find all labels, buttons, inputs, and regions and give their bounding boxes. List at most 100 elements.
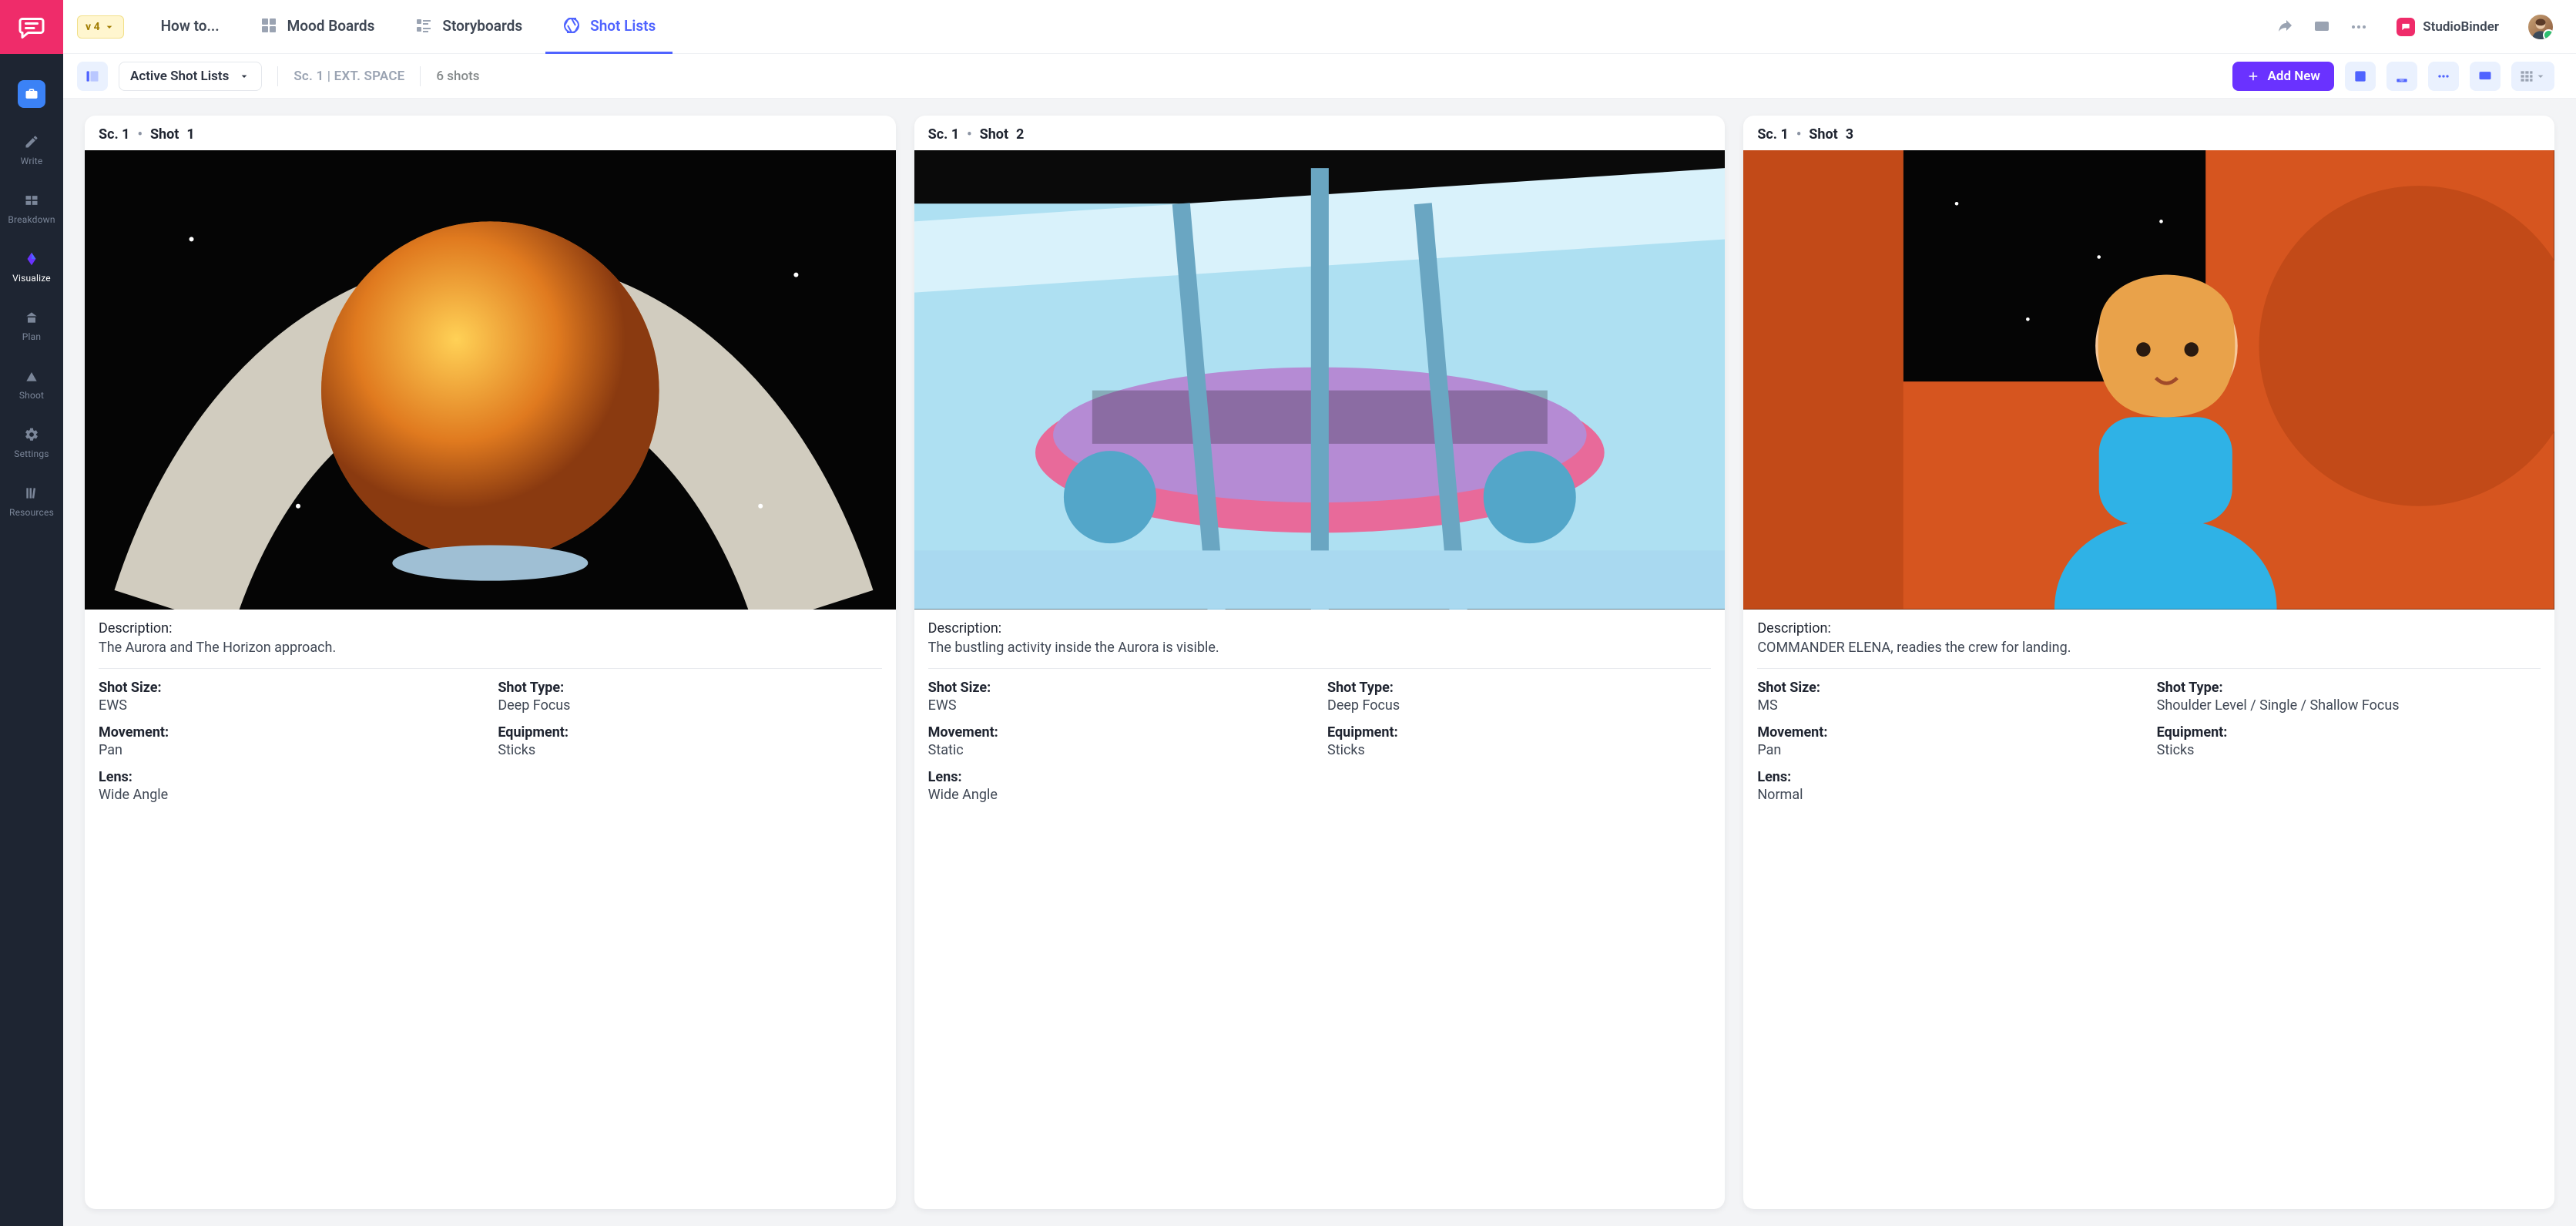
shot-word: Shot bbox=[980, 126, 1008, 143]
divider bbox=[420, 66, 421, 86]
storyboard-icon bbox=[414, 16, 433, 35]
rail-item-breakdown[interactable]: Breakdown bbox=[0, 177, 63, 236]
space-planet-illustration bbox=[85, 150, 896, 610]
pencil-icon bbox=[22, 133, 41, 151]
shot-type-label: Shot Type: bbox=[498, 680, 881, 696]
shot-card[interactable]: Sc. 1 • Shot 2 Descript bbox=[914, 116, 1726, 1209]
tab-storyboards[interactable]: Storyboards bbox=[397, 0, 539, 54]
main-area: v 4 How to... Mood Boards Storyboards Sh… bbox=[63, 0, 2576, 1226]
rail-item-shoot[interactable]: Shoot bbox=[0, 353, 63, 411]
app-logo[interactable] bbox=[0, 0, 63, 54]
scene-prefix: Sc. 1 bbox=[1757, 126, 1788, 143]
lens-label: Lens: bbox=[928, 769, 1712, 785]
shot-thumbnail[interactable] bbox=[914, 150, 1726, 610]
equipment-label: Equipment: bbox=[2157, 724, 2541, 741]
rail-item-projects[interactable] bbox=[0, 54, 63, 119]
tab-moodboards[interactable]: Mood Boards bbox=[243, 0, 392, 54]
rail-item-settings[interactable]: Settings bbox=[0, 411, 63, 470]
shot-type-value: Shoulder Level / Single / Shallow Focus bbox=[2157, 697, 2541, 714]
export-pdf-button[interactable]: PDF bbox=[2386, 62, 2417, 91]
tab-shotlists[interactable]: Shot Lists bbox=[545, 0, 673, 54]
shot-word: Shot bbox=[150, 126, 179, 143]
movement-label: Movement: bbox=[99, 724, 482, 741]
version-label: v 4 bbox=[86, 21, 100, 33]
description-text: The bustling activity inside the Aurora … bbox=[928, 640, 1712, 656]
shot-number: 2 bbox=[1016, 126, 1024, 143]
tab-howto[interactable]: How to... bbox=[144, 0, 236, 54]
commander-elena-illustration bbox=[1743, 150, 2554, 610]
equipment-value: Sticks bbox=[498, 742, 881, 758]
shot-board: Sc. 1 • Shot 1 Description: The Auror bbox=[63, 99, 2576, 1226]
movement-value: Static bbox=[928, 742, 1312, 758]
shot-number: 3 bbox=[1846, 126, 1853, 143]
brand-badge-icon bbox=[2397, 18, 2415, 36]
shot-number: 1 bbox=[186, 126, 194, 143]
present-icon[interactable] bbox=[2312, 17, 2332, 37]
rail-item-write[interactable]: Write bbox=[0, 119, 63, 177]
rail-item-plan[interactable]: Plan bbox=[0, 294, 63, 353]
description-text: COMMANDER ELENA, readies the crew for la… bbox=[1757, 640, 2541, 656]
divider bbox=[928, 668, 1712, 669]
active-list-dropdown[interactable]: Active Shot Lists bbox=[119, 62, 262, 91]
shot-card[interactable]: Sc. 1 • Shot 3 bbox=[1743, 116, 2554, 1209]
tab-label: How to... bbox=[161, 17, 220, 35]
shot-thumbnail[interactable] bbox=[1743, 150, 2554, 610]
shot-size-label: Shot Size: bbox=[928, 680, 1312, 696]
tab-label: Storyboards bbox=[442, 17, 522, 35]
chat-bubble-icon bbox=[18, 13, 45, 41]
movement-label: Movement: bbox=[928, 724, 1312, 741]
share-icon[interactable] bbox=[2275, 17, 2295, 37]
layout-toggle[interactable] bbox=[77, 62, 108, 91]
moodboard-icon bbox=[260, 16, 278, 35]
shot-size-value: MS bbox=[1757, 697, 2141, 714]
more-icon[interactable] bbox=[2349, 17, 2369, 37]
divider bbox=[99, 668, 882, 669]
plan-icon bbox=[22, 308, 41, 327]
user-avatar[interactable] bbox=[2527, 13, 2554, 41]
shot-type-value: Deep Focus bbox=[498, 697, 881, 714]
schedule-dropdown[interactable] bbox=[2511, 62, 2554, 91]
description-text: The Aurora and The Horizon approach. bbox=[99, 640, 882, 656]
shot-thumbnail[interactable] bbox=[85, 150, 896, 610]
dot: • bbox=[137, 126, 142, 143]
equipment-label: Equipment: bbox=[498, 724, 881, 741]
chevron-down-icon bbox=[103, 21, 116, 33]
download-pdf-icon: PDF bbox=[2394, 69, 2410, 84]
shot-card-title: Sc. 1 • Shot 3 bbox=[1743, 116, 2554, 150]
more-icon bbox=[2436, 69, 2451, 84]
shot-size-value: EWS bbox=[928, 697, 1312, 714]
shot-word: Shot bbox=[1809, 126, 1837, 143]
scene-prefix: Sc. 1 bbox=[99, 126, 129, 143]
add-new-button[interactable]: Add New bbox=[2232, 62, 2334, 91]
gear-icon bbox=[22, 425, 41, 444]
movement-value: Pan bbox=[99, 742, 482, 758]
rail-item-resources[interactable]: Resources bbox=[0, 470, 63, 529]
more-tools-button[interactable] bbox=[2428, 62, 2459, 91]
shot-card[interactable]: Sc. 1 • Shot 1 Description: The Auror bbox=[85, 116, 896, 1209]
card-view-button[interactable] bbox=[2345, 62, 2376, 91]
description-label: Description: bbox=[1757, 620, 2541, 637]
dot: • bbox=[967, 126, 971, 143]
svg-text:PDF: PDF bbox=[2400, 79, 2404, 82]
lens-value: Normal bbox=[1757, 787, 2541, 803]
top-tab-bar: v 4 How to... Mood Boards Storyboards Sh… bbox=[63, 0, 2576, 54]
shot-type-value: Deep Focus bbox=[1327, 697, 1711, 714]
filter-bar: Active Shot Lists Sc. 1 | EXT. SPACE 6 s… bbox=[63, 54, 2576, 99]
presentation-button[interactable] bbox=[2470, 62, 2501, 91]
rail-label: Breakdown bbox=[8, 214, 55, 225]
shot-card-title: Sc. 1 • Shot 2 bbox=[914, 116, 1726, 150]
tab-label: Shot Lists bbox=[590, 17, 656, 35]
version-chip[interactable]: v 4 bbox=[77, 15, 124, 39]
brand-pill[interactable]: StudioBinder bbox=[2386, 13, 2510, 41]
movement-value: Pan bbox=[1757, 742, 2141, 758]
shot-size-label: Shot Size: bbox=[99, 680, 482, 696]
shot-count: 6 shots bbox=[436, 69, 479, 84]
breakdown-icon bbox=[22, 191, 41, 210]
divider bbox=[1757, 668, 2541, 669]
rail-label: Settings bbox=[14, 448, 49, 459]
dropdown-label: Active Shot Lists bbox=[130, 69, 229, 84]
rail-item-visualize[interactable]: Visualize bbox=[0, 236, 63, 294]
divider bbox=[277, 66, 278, 86]
add-new-label: Add New bbox=[2268, 69, 2320, 84]
left-rail: Write Breakdown Visualize Plan Shoot Set… bbox=[0, 0, 63, 1226]
